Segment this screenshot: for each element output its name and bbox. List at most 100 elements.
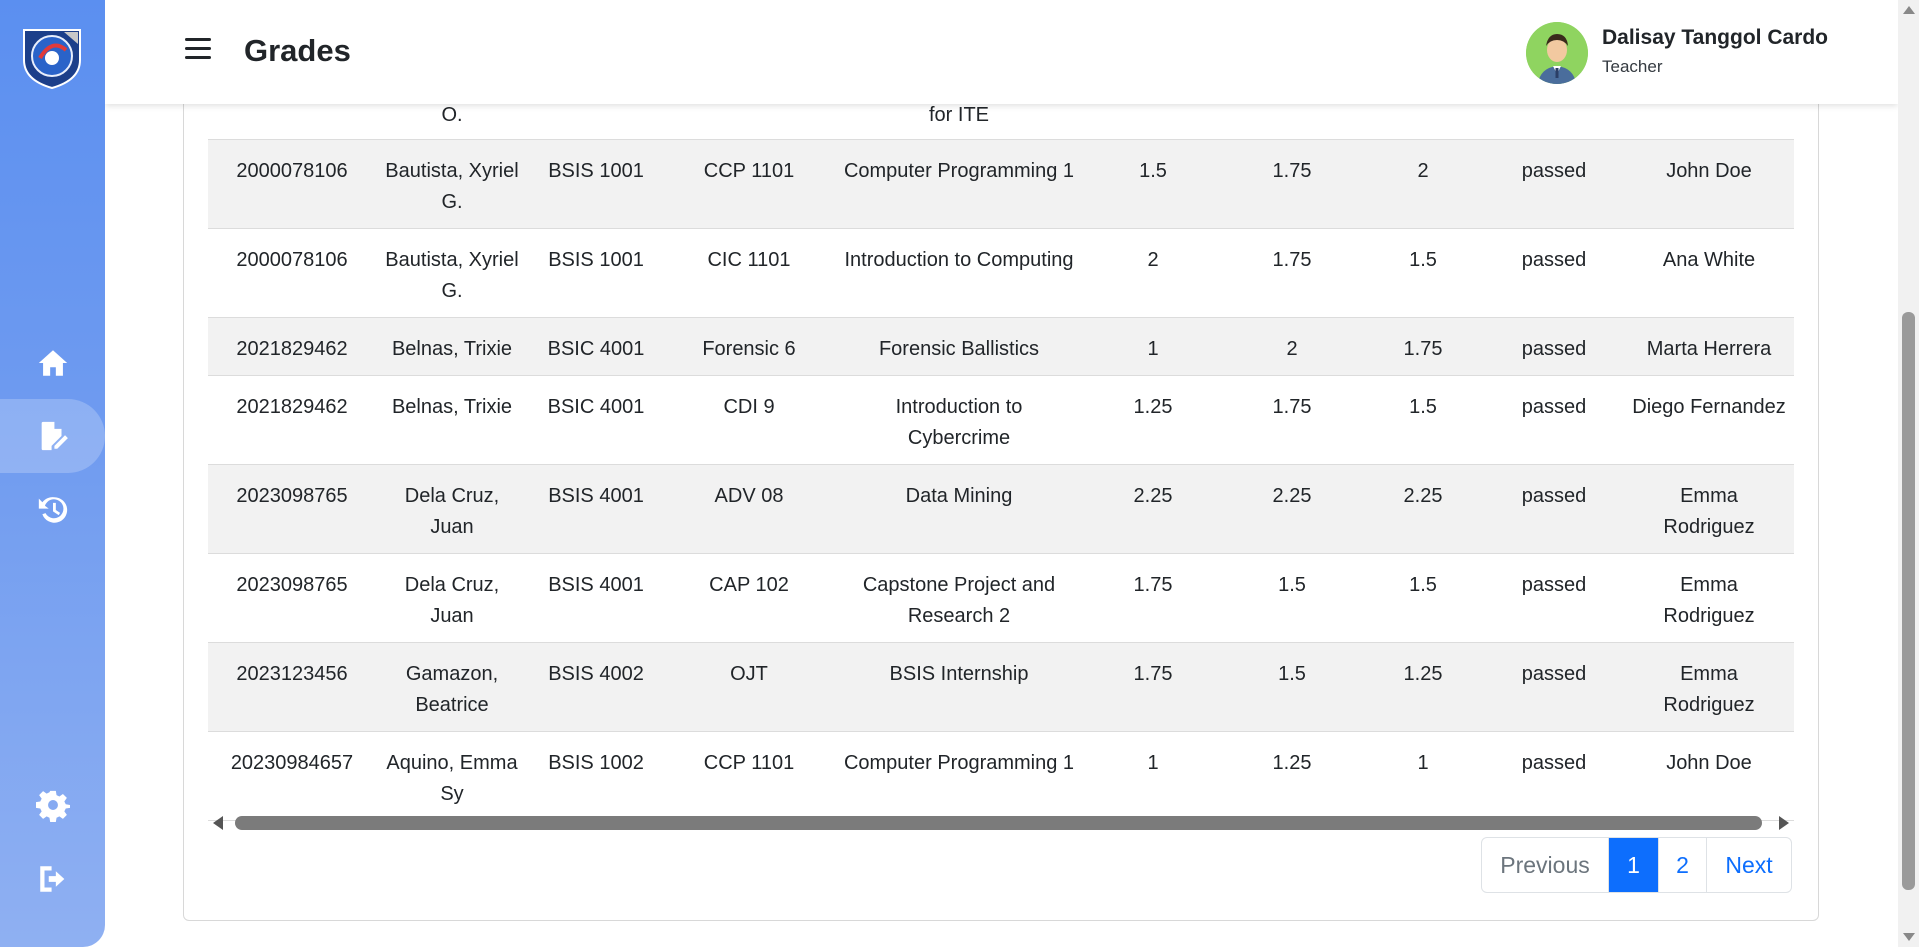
cell-program: BSIS 1001 — [528, 139, 664, 229]
cell-instructor: John Doe — [1624, 731, 1794, 821]
cell-student-no: 20230984657 — [208, 731, 376, 821]
cell-student-name: Dela Cruz, Juan — [376, 553, 528, 643]
scroll-left-arrow-icon[interactable] — [213, 816, 223, 830]
table-row: 2000078106 Bautista, Xyriel G. BSIS 1001 CC… — [208, 139, 1794, 229]
hamburger-line — [185, 56, 211, 59]
table-row: 2023098765 Dela Cruz, Juan BSIS 4001 CAP 10… — [208, 553, 1794, 643]
next-page-button[interactable]: Next — [1706, 838, 1791, 892]
scrollbar-thumb[interactable] — [235, 816, 1762, 830]
cell-student-name: Belnas, Trixie — [376, 317, 528, 376]
cell-student-name: Bautista, Xyriel G. — [376, 139, 528, 229]
cell-remarks: passed — [1484, 464, 1624, 554]
avatar[interactable] — [1526, 22, 1588, 84]
cell-final-grade: 1 — [1362, 731, 1484, 821]
cell-program: BSIS 1002 — [528, 731, 664, 821]
scroll-right-arrow-icon[interactable] — [1779, 816, 1789, 830]
cell-subject-title: Introduction to Computing — [834, 228, 1084, 318]
cell-student-no: 2000078106 — [208, 139, 376, 229]
home-icon — [38, 350, 67, 376]
history-icon — [38, 497, 67, 523]
cell-subject-code: CIC 1101 — [664, 228, 834, 318]
horizontal-scrollbar[interactable] — [208, 812, 1794, 832]
cell-grade-2: 1.75 — [1222, 375, 1362, 465]
grades-table: O. for ITE 2000078106 Bautista, Xyriel G.… — [208, 75, 1794, 821]
cell-grade-1: 1 — [1084, 317, 1222, 376]
scroll-up-arrow-icon[interactable] — [1903, 6, 1915, 14]
table-row: 2023123456 Gamazon, Beatrice BSIS 4002 OJT B… — [208, 642, 1794, 732]
table-row: 2021829462 Belnas, Trixie BSIC 4001 CDI 9 In… — [208, 375, 1794, 465]
cell-final-grade: 2.25 — [1362, 464, 1484, 554]
top-header: Grades Dalisay Tanggol Cardo Teacher — [105, 0, 1898, 104]
sidebar — [0, 0, 105, 947]
sidebar-item-grades[interactable] — [0, 399, 105, 473]
cell-final-grade: 1.5 — [1362, 228, 1484, 318]
cell-instructor: Emma Rodriguez — [1624, 642, 1794, 732]
user-name: Dalisay Tanggol Cardo — [1602, 26, 1828, 49]
cell-program: BSIS 4002 — [528, 642, 664, 732]
table-row: 2000078106 Bautista, Xyriel G. BSIS 1001 CI… — [208, 228, 1794, 318]
cell-instructor: Emma Rodriguez — [1624, 464, 1794, 554]
cell-subject-title: Capstone Project and Research 2 — [834, 553, 1084, 643]
sidebar-item-logout[interactable] — [0, 842, 105, 916]
hamburger-line — [185, 38, 211, 41]
cell-subject-code: Forensic 6 — [664, 317, 834, 376]
vertical-scrollbar-thumb[interactable] — [1902, 312, 1915, 890]
cell-student-name: Aquino, Emma Sy — [376, 731, 528, 821]
app-window: Grades Dalisay Tanggol Cardo Teacher O. … — [0, 0, 1898, 947]
cell-final-grade: 2 — [1362, 139, 1484, 229]
cell-instructor: Emma Rodriguez — [1624, 553, 1794, 643]
cell-subject-code: CCP 1101 — [664, 139, 834, 229]
menu-toggle-button[interactable] — [185, 38, 211, 62]
cell-instructor: Ana White — [1624, 228, 1794, 318]
pagination: Previous 1 2 Next — [1481, 837, 1792, 893]
cell-grade-1: 1.75 — [1084, 642, 1222, 732]
scroll-down-arrow-icon[interactable] — [1903, 933, 1915, 941]
cell-student-no: 2021829462 — [208, 375, 376, 465]
user-role: Teacher — [1602, 57, 1663, 76]
cell-subject-title: Computer Programming 1 — [834, 731, 1084, 821]
cell-grade-2: 1.5 — [1222, 553, 1362, 643]
vertical-scrollbar[interactable] — [1898, 0, 1919, 947]
table-row: 2023098765 Dela Cruz, Juan BSIS 4001 ADV 08… — [208, 464, 1794, 554]
logout-icon — [39, 866, 64, 892]
cell-program: BSIS 4001 — [528, 553, 664, 643]
sidebar-item-history[interactable] — [0, 473, 105, 547]
cell-student-name: Belnas, Trixie — [376, 375, 528, 465]
sidebar-item-settings[interactable] — [0, 768, 105, 842]
cell-grade-1: 1.25 — [1084, 375, 1222, 465]
cell-student-name: Gamazon, Beatrice — [376, 642, 528, 732]
cell-student-no: 2021829462 — [208, 317, 376, 376]
cell-student-no: 2023098765 — [208, 464, 376, 554]
cell-subject-title: Data Mining — [834, 464, 1084, 554]
cell-remarks: passed — [1484, 731, 1624, 821]
cell-grade-1: 2.25 — [1084, 464, 1222, 554]
cell-instructor: Diego Fernandez — [1624, 375, 1794, 465]
cell-program: BSIS 4001 — [528, 464, 664, 554]
page-1-button[interactable]: 1 — [1608, 838, 1658, 892]
cell-program: BSIS 1001 — [528, 228, 664, 318]
cell-subject-title: Forensic Ballistics — [834, 317, 1084, 376]
cell-final-grade: 1.25 — [1362, 642, 1484, 732]
cell-subject-code: CAP 102 — [664, 553, 834, 643]
previous-page-button[interactable]: Previous — [1482, 838, 1608, 892]
table-row: 20230984657 Aquino, Emma Sy BSIS 1002 CCP 1… — [208, 731, 1794, 821]
cell-subject-code: CCP 1101 — [664, 731, 834, 821]
cell-student-name: Dela Cruz, Juan — [376, 464, 528, 554]
cell-grade-2: 1.75 — [1222, 139, 1362, 229]
cell-subject-title: BSIS Internship — [834, 642, 1084, 732]
cell-remarks: passed — [1484, 642, 1624, 732]
cell-grade-2: 2 — [1222, 317, 1362, 376]
cell-remarks: passed — [1484, 553, 1624, 643]
sidebar-item-home[interactable] — [0, 326, 105, 400]
cell-final-grade: 1.75 — [1362, 317, 1484, 376]
page-2-button[interactable]: 2 — [1658, 838, 1706, 892]
cell-grade-1: 1 — [1084, 731, 1222, 821]
cell-final-grade: 1.5 — [1362, 553, 1484, 643]
cell-subject-title: Computer Programming 1 — [834, 139, 1084, 229]
cell-remarks: passed — [1484, 228, 1624, 318]
cell-subject-code: ADV 08 — [664, 464, 834, 554]
grades-table-wrapper: O. for ITE 2000078106 Bautista, Xyriel G.… — [208, 75, 1794, 821]
cell-grade-2: 2.25 — [1222, 464, 1362, 554]
cell-grade-2: 1.25 — [1222, 731, 1362, 821]
gear-icon — [35, 790, 70, 822]
